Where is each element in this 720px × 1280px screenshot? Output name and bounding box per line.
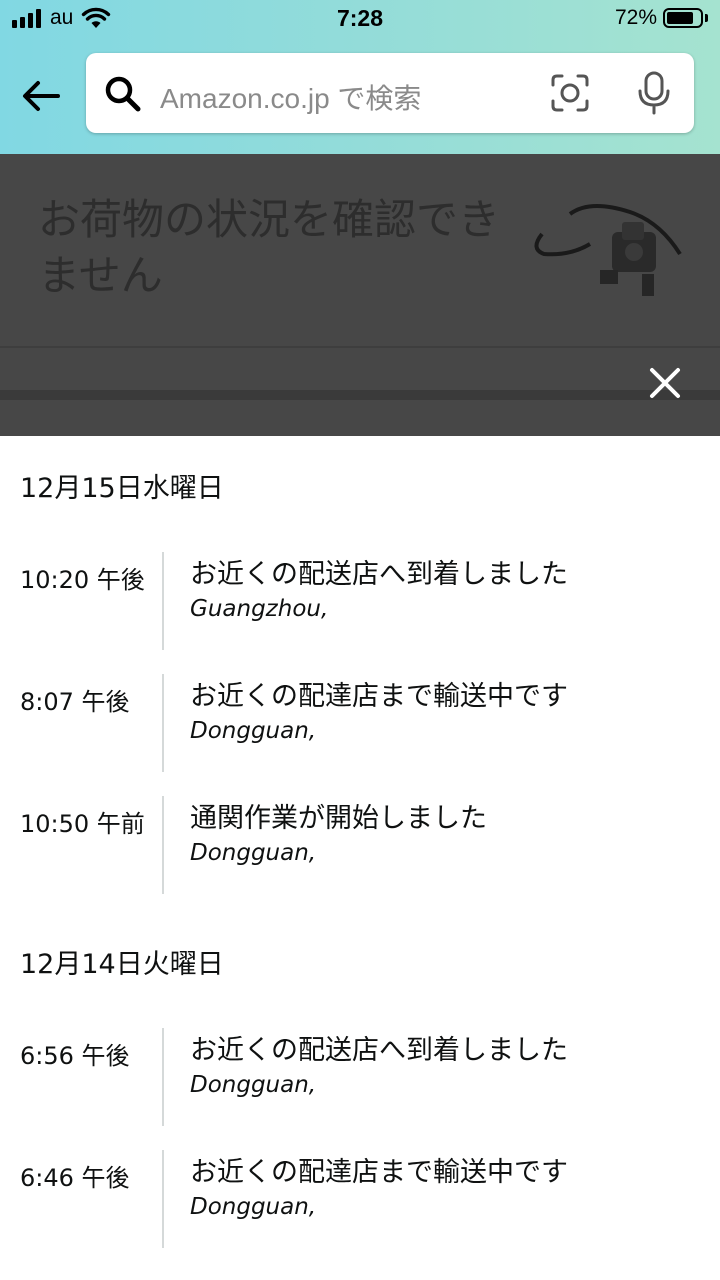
camera-scan-icon[interactable] <box>550 73 590 113</box>
event-time: 8:07 午後 <box>20 688 130 716</box>
tracking-event: 10:20 午後 お近くの配送店へ到着しました Guangzhou, <box>0 552 720 650</box>
event-time: 6:46 午後 <box>20 1164 130 1192</box>
tracking-event: 6:46 午後 お近くの配達店まで輸送中です Dongguan, <box>0 1150 720 1248</box>
top-bar: au 7:28 72% Amazon.co.jp で検索 <box>0 0 720 154</box>
tracking-event: 10:50 午前 通関作業が開始しました Dongguan, <box>0 796 720 894</box>
search-input[interactable]: Amazon.co.jp で検索 <box>160 77 421 117</box>
dimmed-background-page: お荷物の状況を確認できません <box>0 154 720 436</box>
event-location: Dongguan, <box>190 1194 317 1220</box>
tracking-event: 8:07 午後 お近くの配達店まで輸送中です Dongguan, <box>0 674 720 772</box>
search-icon <box>105 76 141 112</box>
date-header: 12月15日水曜日 <box>20 473 224 504</box>
event-location: Dongguan, <box>190 1072 317 1098</box>
event-location: Dongguan, <box>190 718 317 744</box>
back-arrow-icon[interactable] <box>18 74 66 118</box>
close-icon[interactable] <box>644 362 686 404</box>
product-image <box>534 203 682 296</box>
event-time: 10:50 午前 <box>20 810 145 838</box>
event-status: 通関作業が開始しました <box>190 803 487 834</box>
event-location: Guangzhou, <box>190 596 329 622</box>
event-status: お近くの配送店へ到着しました <box>190 1035 568 1066</box>
event-status: お近くの配達店まで輸送中です <box>190 681 568 712</box>
microphone-icon[interactable] <box>636 71 672 115</box>
background-page-title: お荷物の状況を確認できません <box>38 195 501 300</box>
event-status: お近くの配送店へ到着しました <box>190 559 568 590</box>
tracking-event: 6:56 午後 お近くの配送店へ到着しました Dongguan, <box>0 1028 720 1126</box>
battery-percentage: 72% <box>614 6 657 29</box>
clock: 7:28 <box>336 5 384 31</box>
status-bar: au 7:28 72% <box>0 0 720 40</box>
search-bar[interactable]: Amazon.co.jp で検索 <box>86 53 694 133</box>
tracking-sheet: 12月15日水曜日 10:20 午後 お近くの配送店へ到着しました Guangz… <box>0 436 720 1280</box>
event-time: 6:56 午後 <box>20 1042 130 1070</box>
date-header: 12月14日火曜日 <box>20 949 224 980</box>
event-location: Dongguan, <box>190 840 317 866</box>
battery-icon <box>663 8 703 28</box>
event-status: お近くの配達店まで輸送中です <box>190 1157 568 1188</box>
event-time: 10:20 午後 <box>20 566 145 594</box>
